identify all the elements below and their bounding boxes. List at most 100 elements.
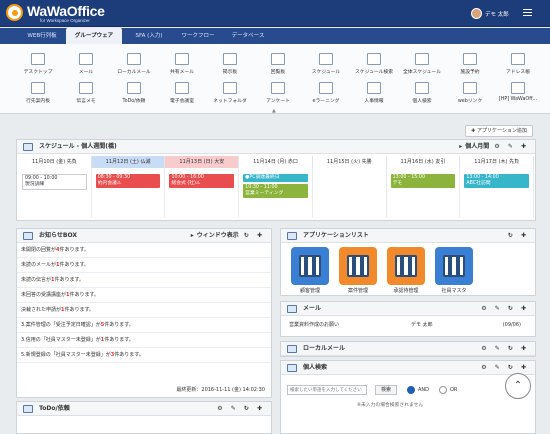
schedule-day-column[interactable] (313, 168, 387, 217)
todo-controls[interactable]: ⚙ ✎ ↻ ✚ (217, 402, 265, 416)
schedule-day-column[interactable]: ●PC調達最終日 10:30 - 11:00 営業ミーティング (239, 168, 313, 217)
event-title: デモ (392, 181, 403, 186)
user-name[interactable]: デモ 太郎 (485, 10, 509, 18)
localmail-header: ローカルメール ⚙ ✎ ↻ ✚ (281, 342, 535, 356)
schedule-event[interactable]: 09:00 - 10:00 現況訓練 (22, 174, 87, 190)
todo-panel: ToDo/依頼 ⚙ ✎ ↻ ✚ (16, 401, 272, 434)
folder-icon (223, 82, 237, 94)
app-address-book[interactable]: アドレス帳 (488, 53, 548, 83)
tab-database[interactable]: データベース (222, 28, 274, 44)
schedule-day-column[interactable]: 10:00 - 16:00 総会式 (社)⚠ (165, 168, 240, 217)
notice-item[interactable]: 未読の伝言が1件あります。 (17, 273, 271, 288)
schedule-controls[interactable]: ▸個人月間 ⚙ ✎ ✚ (459, 140, 529, 154)
schedule-icon (23, 143, 33, 151)
notice-post: 件あります。 (69, 292, 100, 298)
todo-header: ToDo/依頼 ⚙ ✎ ↻ ✚ (17, 402, 271, 416)
calendar-icon (319, 53, 333, 65)
mail-icon (79, 53, 93, 65)
and-label: AND (418, 387, 430, 393)
notice-post: 件あります。 (114, 352, 144, 358)
applist-app-button[interactable] (339, 247, 377, 285)
schedule-event[interactable]: 08:30 - 09:30 約内会議⚠ (95, 174, 161, 188)
localmail-controls[interactable]: ⚙ ✎ ↻ ✚ (481, 342, 529, 356)
applist-app-label: 顧客管理 (299, 288, 320, 294)
applist-app-button[interactable] (291, 247, 329, 285)
notice-item[interactable]: 3.案件管理の「受注予定日確認」が5件あります。 (17, 318, 271, 333)
mail-row[interactable]: 営業資料作成のお願い デモ 太郎 (09/06) (281, 316, 535, 334)
applist-app-label: 社員マスタ (441, 288, 467, 294)
mail-date: (09/06) (502, 322, 521, 328)
mail-icon (287, 305, 297, 313)
app-launcher: デスクトップ メール ローカルメール 共有メール 掲示板 回覧板 スケジュール スケジュール検… (0, 44, 550, 114)
circular-icon (271, 53, 285, 65)
hamburger-menu-icon[interactable] (523, 9, 532, 16)
schedule-event[interactable]: ●PC調達最終日 (243, 174, 308, 182)
notice-item[interactable]: 未開閉の回覧が4件あります。 (17, 243, 271, 258)
schedule-mode[interactable]: 個人月間 (465, 143, 489, 150)
mail-title: メール (303, 305, 322, 312)
collapse-caret-icon[interactable]: ▲ (272, 108, 276, 114)
person-search-title: 個人検索 (303, 364, 328, 371)
main-nav: WEB行列板 グループウェア SFA (入力) ワークフロー データベース (0, 28, 550, 44)
notice-pre: 未開閉の回覧が (21, 247, 57, 253)
applist-app-button[interactable] (387, 247, 425, 285)
notice-pre: 決裁された申請が (21, 307, 62, 313)
hr-icon (367, 82, 381, 94)
schedule-day-header[interactable]: 11月10日 (金) 先負 (18, 156, 92, 168)
avatar[interactable] (471, 8, 482, 19)
todo-icon (23, 405, 33, 413)
schedule-day-header[interactable]: 11月15日 (火) 先勝 (312, 156, 387, 168)
and-radio[interactable] (407, 386, 415, 394)
mail-controls[interactable]: ⚙ ✎ ↻ ✚ (481, 302, 529, 316)
schedule-day-header[interactable]: 11月17日 (木) 先負 (460, 156, 535, 168)
applist-controls[interactable]: ↻ ✚ (508, 229, 529, 243)
mail-panel: メール ⚙ ✎ ↻ ✚ 営業資料作成のお願い デモ 太郎 (09/06) (280, 301, 536, 337)
schedule-day-header[interactable]: 11月12日 (土) 仏滅 (91, 156, 166, 168)
scroll-to-top-button[interactable]: ⌃ (505, 373, 531, 399)
notice-icon (23, 232, 33, 240)
notice-item[interactable]: 5.新規登録の「社員マスター未登録」が3件あります。 (17, 348, 271, 363)
facility-icon (463, 53, 477, 65)
notice-item[interactable]: 未回答の受講講座が1件あります。 (17, 288, 271, 303)
tab-groupware[interactable]: グループウェア (66, 28, 122, 44)
schedule-event[interactable]: 10:30 - 11:00 営業ミーティング (243, 184, 308, 198)
notice-post: 件あります。 (104, 337, 134, 343)
notice-controls[interactable]: ▸ウィンドウ表示 ↻ ✚ (191, 229, 265, 243)
notice-item[interactable]: 未読のメールが1件あります。 (17, 258, 271, 273)
notice-item[interactable]: 3.信用の「社員マスター未登録」が1件あります。 (17, 333, 271, 348)
tab-workflow[interactable]: ワークフロー (174, 28, 222, 44)
or-radio[interactable] (439, 386, 447, 394)
mail-subject[interactable]: 営業資料作成のお願い (289, 316, 339, 334)
notice-post: 件あります。 (64, 307, 95, 313)
weblink-icon (463, 82, 477, 94)
add-application-button[interactable]: ✚ アプリケーション追加 (465, 125, 533, 137)
schedule-day-column[interactable]: 13:00 - 14:00 ABC社訪問 (460, 168, 535, 217)
app-label: [HP] WaWaOff... (498, 97, 538, 102)
schedule-day-column[interactable]: 09:00 - 10:00 現況訓練 (18, 168, 92, 217)
person-search-header: 個人検索 ⚙ ✎ ↻ ✚ (281, 361, 535, 375)
todo-title: ToDo/依頼 (39, 405, 70, 412)
app-hp[interactable]: [HP] WaWaOff... (488, 82, 548, 112)
person-search-input[interactable] (287, 385, 367, 395)
schedule-day-header[interactable]: 11月16日 (水) 友引 (386, 156, 461, 168)
schedule-event[interactable]: 13:00 - 15:00 デモ (390, 174, 456, 188)
schedule-day-column[interactable]: 13:00 - 15:00 デモ (387, 168, 461, 217)
schedule-day-header[interactable]: 11月13日 (日) 大安 (165, 156, 240, 168)
window-display-link[interactable]: ウィンドウ表示 (197, 232, 239, 239)
notice-item[interactable]: 決裁された申請が1件あります。 (17, 303, 271, 318)
applist-app-button[interactable] (435, 247, 473, 285)
elearning-icon (319, 82, 333, 94)
schedule-event[interactable]: 13:00 - 14:00 ABC社訪問 (464, 174, 530, 188)
schedule-day-column[interactable]: 08:30 - 09:30 約内会議⚠ (92, 168, 166, 217)
schedule-day-header[interactable]: 11月14日 (月) 赤口 (239, 156, 313, 168)
notice-post: 件あります。 (54, 277, 85, 283)
applist-app-label: 承認待管理 (393, 288, 419, 294)
tab-sfa[interactable]: SFA (入力) (124, 28, 174, 44)
notice-title: お知らせBOX (39, 232, 77, 239)
person-search-button[interactable]: 検索 (375, 385, 397, 395)
mail-header: メール ⚙ ✎ ↻ ✚ (281, 302, 535, 316)
or-label: OR (450, 387, 458, 393)
binder-icon (443, 255, 465, 277)
tab-web-board[interactable]: WEB行列板 (18, 28, 66, 44)
schedule-event[interactable]: 10:00 - 16:00 総会式 (社)⚠ (169, 174, 235, 188)
